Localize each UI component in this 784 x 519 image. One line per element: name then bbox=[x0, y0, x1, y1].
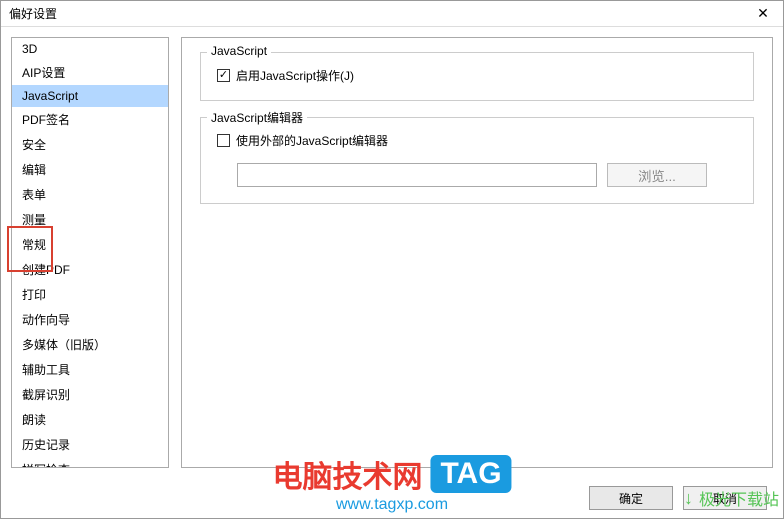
sidebar-item-3[interactable]: PDF签名 bbox=[12, 107, 168, 132]
external-editor-label: 使用外部的JavaScript编辑器 bbox=[236, 132, 388, 149]
enable-js-checkbox[interactable] bbox=[217, 69, 230, 82]
editor-path-row: 浏览... bbox=[237, 163, 737, 187]
sidebar-item-9[interactable]: 创建PDF bbox=[12, 257, 168, 282]
ok-button[interactable]: 确定 bbox=[589, 486, 673, 510]
window-title: 偏好设置 bbox=[9, 5, 57, 22]
enable-js-label: 启用JavaScript操作(J) bbox=[236, 67, 354, 84]
sidebar-item-5[interactable]: 编辑 bbox=[12, 157, 168, 182]
settings-panel: JavaScript 启用JavaScript操作(J) JavaScript编… bbox=[181, 37, 773, 468]
sidebar-item-16[interactable]: 历史记录 bbox=[12, 432, 168, 457]
sidebar-item-2[interactable]: JavaScript bbox=[12, 85, 168, 107]
js-editor-legend: JavaScript编辑器 bbox=[207, 109, 307, 126]
sidebar-item-15[interactable]: 朗读 bbox=[12, 407, 168, 432]
external-editor-row[interactable]: 使用外部的JavaScript编辑器 bbox=[217, 132, 737, 149]
sidebar-item-12[interactable]: 多媒体（旧版） bbox=[12, 332, 168, 357]
js-editor-group: JavaScript编辑器 使用外部的JavaScript编辑器 浏览... bbox=[200, 117, 754, 204]
sidebar-item-13[interactable]: 辅助工具 bbox=[12, 357, 168, 382]
enable-js-row[interactable]: 启用JavaScript操作(J) bbox=[217, 67, 737, 84]
javascript-group-legend: JavaScript bbox=[207, 44, 271, 58]
titlebar: 偏好设置 ✕ bbox=[1, 1, 783, 27]
sidebar-item-14[interactable]: 截屏识别 bbox=[12, 382, 168, 407]
browse-button: 浏览... bbox=[607, 163, 707, 187]
sidebar-item-10[interactable]: 打印 bbox=[12, 282, 168, 307]
sidebar-item-0[interactable]: 3D bbox=[12, 38, 168, 60]
category-sidebar[interactable]: 3DAIP设置JavaScriptPDF签名安全编辑表单测量常规创建PDF打印动… bbox=[12, 38, 168, 467]
sidebar-container: 3DAIP设置JavaScriptPDF签名安全编辑表单测量常规创建PDF打印动… bbox=[11, 37, 169, 468]
sidebar-item-1[interactable]: AIP设置 bbox=[12, 60, 168, 85]
sidebar-item-7[interactable]: 测量 bbox=[12, 207, 168, 232]
sidebar-item-4[interactable]: 安全 bbox=[12, 132, 168, 157]
content-area: 3DAIP设置JavaScriptPDF签名安全编辑表单测量常规创建PDF打印动… bbox=[1, 27, 783, 478]
external-editor-checkbox[interactable] bbox=[217, 134, 230, 147]
dialog-footer: 确定 取消 bbox=[1, 478, 783, 518]
sidebar-item-17[interactable]: 拼写检查 bbox=[12, 457, 168, 467]
sidebar-item-8[interactable]: 常规 bbox=[12, 232, 168, 257]
editor-path-input[interactable] bbox=[237, 163, 597, 187]
close-icon: ✕ bbox=[757, 5, 769, 22]
javascript-group: JavaScript 启用JavaScript操作(J) bbox=[200, 52, 754, 101]
cancel-button[interactable]: 取消 bbox=[683, 486, 767, 510]
close-button[interactable]: ✕ bbox=[743, 1, 783, 27]
sidebar-item-11[interactable]: 动作向导 bbox=[12, 307, 168, 332]
sidebar-item-6[interactable]: 表单 bbox=[12, 182, 168, 207]
